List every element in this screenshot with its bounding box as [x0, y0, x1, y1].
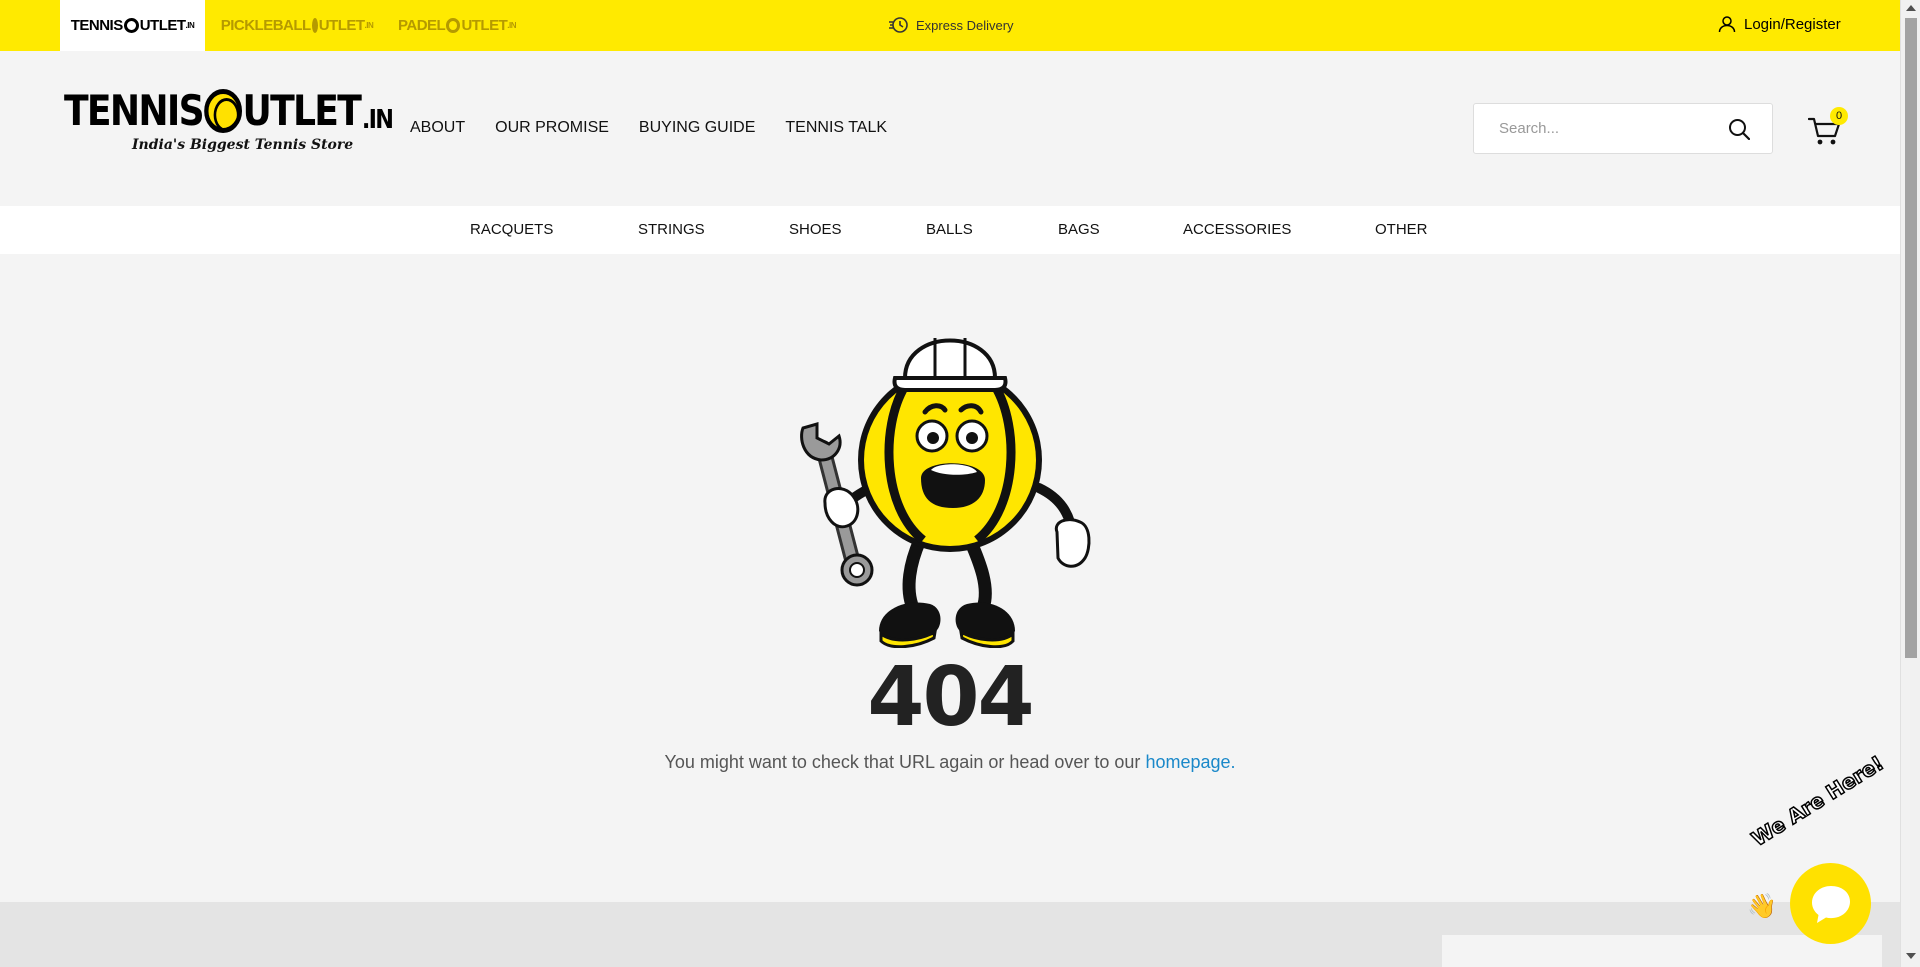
search-input[interactable] — [1499, 120, 1728, 137]
search-icon[interactable] — [1728, 118, 1750, 140]
tennis-ball-icon — [203, 89, 242, 133]
logo-word: TENNIS — [64, 86, 205, 135]
login-register-link[interactable]: Login/Register — [1718, 15, 1841, 33]
scroll-down-arrow-icon[interactable] — [1906, 953, 1916, 959]
site-tab-name-suffix: UTLET — [318, 17, 365, 34]
nav-tennis-talk[interactable]: TENNIS TALK — [785, 119, 887, 137]
category-balls[interactable]: BALLS — [926, 221, 973, 238]
error-message-text: You might want to check that URL again o… — [664, 752, 1146, 772]
chat-button[interactable] — [1790, 863, 1871, 944]
site-tab-tld: .IN — [185, 21, 195, 30]
logo-word-suffix: UTLET — [242, 86, 361, 135]
user-icon — [1718, 16, 1736, 33]
site-tab-name: TENNIS — [70, 17, 124, 34]
nav-about[interactable]: ABOUT — [410, 119, 465, 137]
main-nav: ABOUT OUR PROMISE BUYING GUIDE TENNIS TA… — [410, 119, 887, 137]
category-accessories[interactable]: ACCESSORIES — [1183, 221, 1291, 238]
login-register-label: Login/Register — [1744, 15, 1841, 33]
scrollbar-thumb[interactable] — [1905, 18, 1917, 658]
site-tab-tld: .IN — [364, 21, 374, 30]
waving-hand-icon: 👋 — [1747, 893, 1777, 920]
chat-bubble-icon — [1811, 885, 1850, 923]
site-tab-padel-outlet[interactable]: PADEL UTLET .IN — [398, 0, 516, 51]
nav-our-promise[interactable]: OUR PROMISE — [495, 119, 609, 137]
category-other[interactable]: OTHER — [1375, 221, 1428, 238]
cart-button[interactable]: 0 — [1808, 107, 1848, 149]
site-tab-name-suffix: UTLET — [461, 17, 508, 34]
express-delivery: Express Delivery — [888, 14, 1014, 36]
site-tab-name-suffix: UTLET — [139, 17, 186, 34]
nav-buying-guide[interactable]: BUYING GUIDE — [639, 119, 755, 137]
error-code: 404 — [867, 650, 1034, 745]
site-tab-tld: .IN — [507, 21, 516, 30]
error-message: You might want to check that URL again o… — [0, 752, 1900, 773]
category-strings[interactable]: STRINGS — [638, 221, 705, 238]
category-nav: RACQUETS STRINGS SHOES BALLS BAGS ACCESS… — [0, 206, 1900, 254]
site-header: TENNIS UTLET .IN India's Biggest Tennis St… — [0, 51, 1900, 206]
homepage-link[interactable]: homepage. — [1145, 752, 1235, 772]
cart-count-badge: 0 — [1830, 107, 1848, 125]
top-site-bar: TENNIS UTLET .IN PICKLEBALL UTLET .IN PADEL U… — [0, 0, 1900, 51]
category-racquets[interactable]: RACQUETS — [470, 221, 553, 238]
page-scrollbar[interactable] — [1900, 0, 1920, 967]
site-tab-name: PICKLEBALL — [220, 17, 312, 34]
category-shoes[interactable]: SHOES — [789, 221, 842, 238]
logo-tld: .IN — [361, 105, 394, 135]
site-tab-pickleball-outlet[interactable]: PICKLEBALL UTLET .IN — [220, 0, 374, 51]
ball-icon — [446, 18, 461, 33]
search-box — [1473, 103, 1773, 154]
tennis-ball-mascot-illustration — [800, 338, 1091, 648]
site-logo[interactable]: TENNIS UTLET .IN India's Biggest Tennis St… — [64, 89, 446, 153]
category-bags[interactable]: BAGS — [1058, 221, 1100, 238]
site-tab-tennis-outlet[interactable]: TENNIS UTLET .IN — [60, 0, 205, 51]
scroll-up-arrow-icon[interactable] — [1906, 5, 1916, 11]
ball-icon — [123, 18, 139, 33]
logo-wordmark: TENNIS UTLET .IN — [64, 86, 394, 135]
delivery-clock-icon — [889, 17, 908, 33]
express-delivery-label: Express Delivery — [916, 17, 1014, 33]
ball-icon — [311, 18, 318, 33]
site-tab-name: PADEL — [398, 17, 446, 34]
logo-tagline: India's Biggest Tennis Store — [132, 137, 354, 153]
